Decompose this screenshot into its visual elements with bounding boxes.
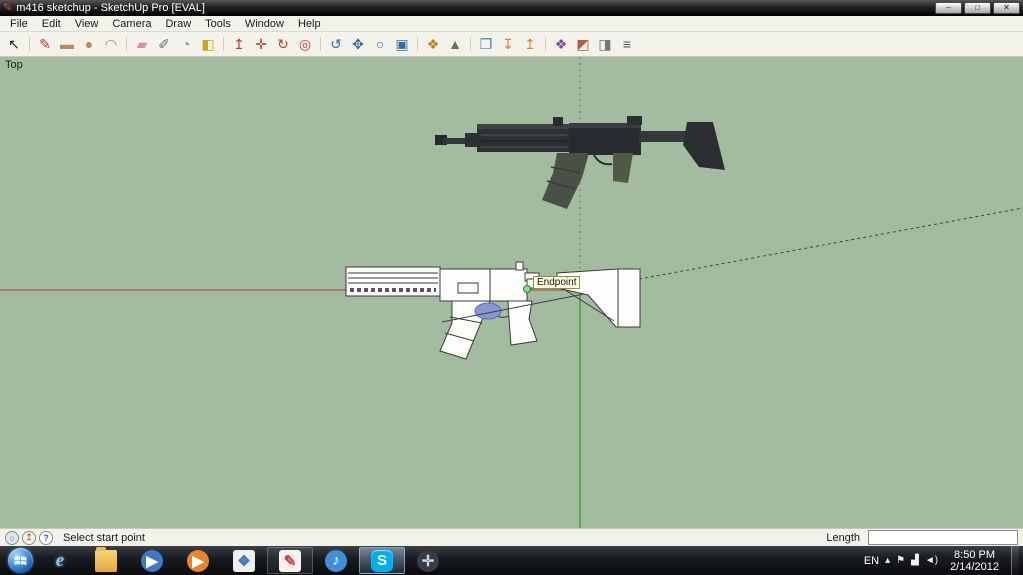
media-app-icon[interactable]: ▶ bbox=[175, 547, 221, 574]
length-label: Length bbox=[826, 531, 860, 544]
push-pull-tool[interactable]: ↥ bbox=[223, 33, 250, 55]
styles-tool[interactable]: ◨ bbox=[594, 33, 616, 55]
app-tile-icon: ✛ bbox=[417, 549, 439, 572]
app-tile-icon: e bbox=[55, 549, 65, 571]
app-tile-icon: ▶ bbox=[187, 549, 209, 572]
maximize-button[interactable]: □ bbox=[964, 2, 991, 14]
taskbar-apps: e ▶ ▶ ❖ ✎ ♪ S ✛ bbox=[37, 546, 451, 574]
clock-date: 2/14/2012 bbox=[950, 560, 999, 573]
network-icon[interactable]: ▟ bbox=[911, 555, 919, 566]
orbit-tool[interactable]: ↺ bbox=[320, 33, 347, 55]
itunes-icon[interactable]: ♪ bbox=[313, 547, 359, 574]
tape-measure-tool[interactable]: ✐ bbox=[153, 33, 175, 55]
arc-tool[interactable]: ◠ bbox=[100, 33, 122, 55]
internet-explorer-icon[interactable]: e bbox=[37, 547, 83, 574]
protractor-tool[interactable]: ◔ bbox=[175, 33, 197, 55]
hidden-icons-icon[interactable]: ▴ bbox=[885, 555, 890, 566]
statusbar-icons: ○ ↥ ? bbox=[5, 530, 53, 545]
status-message: Select start point bbox=[63, 531, 145, 544]
menu-item[interactable]: Window bbox=[238, 17, 291, 31]
help-icon[interactable]: ? bbox=[39, 530, 53, 545]
paint-bucket-tool[interactable]: ◧ bbox=[197, 33, 219, 55]
line-tool[interactable]: ✎ bbox=[29, 33, 56, 55]
app-tile-icon bbox=[95, 546, 117, 572]
action-center-flag-icon[interactable]: ⚑ bbox=[896, 555, 905, 566]
components-tool[interactable]: ❖ bbox=[545, 33, 572, 55]
app-tile-icon: S bbox=[371, 549, 393, 572]
layers-tool[interactable]: ≡ bbox=[616, 33, 638, 55]
get-models-tool[interactable]: ↧ bbox=[497, 33, 519, 55]
window-controls: ‒ □ ✕ bbox=[935, 2, 1020, 14]
menu-item[interactable]: Camera bbox=[105, 17, 158, 31]
credits-icon[interactable]: ↥ bbox=[22, 530, 36, 545]
model-scene bbox=[0, 57, 1023, 528]
pan-tool[interactable]: ✥ bbox=[347, 33, 369, 55]
skype-icon[interactable]: S bbox=[359, 547, 405, 574]
move-tool[interactable]: ✛ bbox=[250, 33, 272, 55]
menu-item[interactable]: View bbox=[68, 17, 106, 31]
length-input[interactable] bbox=[868, 530, 1018, 545]
system-tray: EN ▴ ⚑ ▟ ◄) 8:50 PM 2/14/2012 bbox=[864, 546, 1023, 575]
show-desktop-button[interactable] bbox=[1011, 546, 1019, 575]
circle-tool[interactable]: ● bbox=[78, 33, 100, 55]
titlebar: ✎ m416 sketchup - SketchUp Pro [EVAL] ‒ … bbox=[0, 0, 1023, 16]
sketchup-logo-icon: ✎ bbox=[3, 1, 13, 14]
toolbar: ↖ ✎ ▬ ● ◠ ▰ ✐ ◔ ◧ ↥ ✛ ↻ ◎ ↺ ✥ ○ ▣ ❖ ▲ ❐ … bbox=[0, 32, 1023, 57]
app-tile-icon: ♪ bbox=[325, 549, 347, 572]
endpoint-marker bbox=[523, 285, 531, 293]
zoom-tool[interactable]: ○ bbox=[369, 33, 391, 55]
endpoint-tooltip: Endpoint bbox=[533, 276, 581, 289]
taskbar: e ▶ ▶ ❖ ✎ ♪ S ✛ EN ▴ ⚑ ▟ ◄) 8:50 PM 2/14… bbox=[0, 546, 1023, 575]
share-models-tool[interactable]: ↥ bbox=[519, 33, 541, 55]
minimize-button[interactable]: ‒ bbox=[935, 2, 962, 14]
menu-item[interactable]: Draw bbox=[158, 17, 198, 31]
photo-textures-tool[interactable]: ❐ bbox=[470, 33, 497, 55]
menu-item[interactable]: Edit bbox=[35, 17, 68, 31]
windows-explorer-icon[interactable] bbox=[83, 546, 129, 574]
geolocation-icon[interactable]: ○ bbox=[5, 530, 19, 545]
window-title: m416 sketchup - SketchUp Pro [EVAL] bbox=[16, 2, 205, 14]
sketchup-icon[interactable]: ✎ bbox=[267, 547, 313, 574]
start-button[interactable] bbox=[3, 546, 37, 575]
drawing-canvas[interactable]: Top Endpoint bbox=[0, 57, 1023, 528]
menu-item[interactable]: File bbox=[3, 17, 35, 31]
toggle-terrain-tool[interactable]: ▲ bbox=[444, 33, 466, 55]
add-location-tool[interactable]: ❖ bbox=[417, 33, 444, 55]
close-button[interactable]: ✕ bbox=[993, 2, 1020, 14]
menubar: File Edit View Camera Draw Tools Window … bbox=[0, 16, 1023, 32]
media-player-icon[interactable]: ▶ bbox=[129, 547, 175, 574]
rectangle-tool[interactable]: ▬ bbox=[56, 33, 78, 55]
menu-item[interactable]: Tools bbox=[198, 17, 238, 31]
materials-tool[interactable]: ◩ bbox=[572, 33, 594, 55]
app-tile-icon: ▶ bbox=[141, 549, 163, 572]
statusbar: ○ ↥ ? Select start point Length bbox=[0, 528, 1023, 546]
app-tile-icon: ❖ bbox=[233, 549, 255, 572]
volume-icon[interactable]: ◄) bbox=[925, 555, 938, 566]
clock[interactable]: 8:50 PM 2/14/2012 bbox=[944, 549, 1005, 573]
inference-dotted-line bbox=[579, 207, 1023, 291]
photo-viewer-icon[interactable]: ❖ bbox=[221, 547, 267, 574]
language-indicator[interactable]: EN bbox=[864, 555, 879, 567]
rotate-tool[interactable]: ↻ bbox=[272, 33, 294, 55]
app-tile-icon: ✎ bbox=[279, 549, 301, 572]
menu-item[interactable]: Help bbox=[291, 17, 328, 31]
zoom-extents-tool[interactable]: ▣ bbox=[391, 33, 413, 55]
tray-icons: ▴ ⚑ ▟ ◄) bbox=[885, 555, 938, 566]
windows-orb-icon bbox=[7, 548, 33, 573]
windows-flag-icon bbox=[14, 556, 26, 565]
navigator-icon[interactable]: ✛ bbox=[405, 547, 451, 574]
offset-tool[interactable]: ◎ bbox=[294, 33, 316, 55]
select-tool[interactable]: ↖ bbox=[3, 33, 25, 55]
clock-time: 8:50 PM bbox=[954, 548, 996, 561]
eraser-tool[interactable]: ▰ bbox=[126, 33, 153, 55]
sketchup-window: ✎ m416 sketchup - SketchUp Pro [EVAL] ‒ … bbox=[0, 0, 1023, 575]
model-rifle[interactable] bbox=[345, 261, 641, 360]
